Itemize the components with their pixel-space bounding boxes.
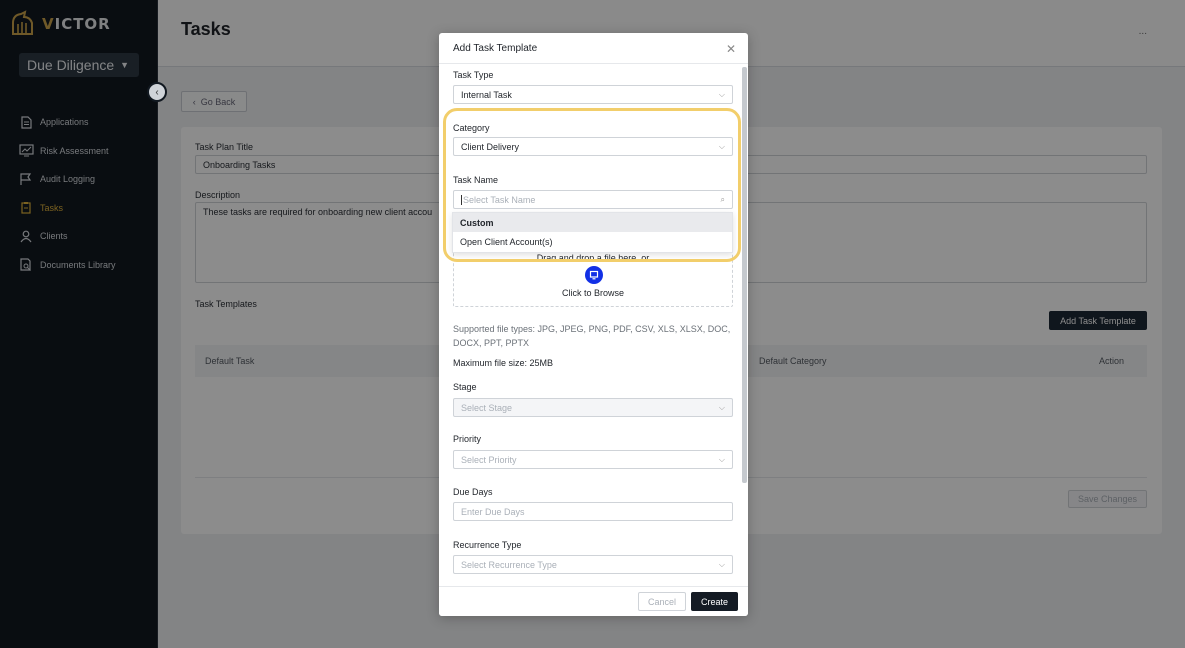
due-days-label: Due Days [453,487,493,497]
dropdown-option-custom[interactable]: Custom [453,213,732,232]
chevron-down-icon: ⌵ [718,142,725,151]
stage-label: Stage [453,382,477,392]
file-upload-dropzone[interactable]: Drag and drop a file here, or Click to B… [453,251,733,307]
upload-icon [585,266,603,284]
stage-placeholder: Select Stage [461,402,513,413]
chevron-down-icon: ⌵ [718,90,725,99]
search-icon: ⌕ [720,195,725,204]
task-name-search-input[interactable]: Select Task Name ⌕ [453,190,733,209]
task-name-dropdown: Custom Open Client Account(s) [452,212,733,253]
recurrence-type-placeholder: Select Recurrence Type [461,559,557,570]
sidebar-collapse-button[interactable]: ‹ [147,82,167,102]
upload-drag-text: Drag and drop a file here, or [536,253,650,259]
task-type-select[interactable]: Internal Task ⌵ [453,85,733,104]
stage-select[interactable]: Select Stage ⌵ [453,398,733,417]
create-button[interactable]: Create [691,592,738,611]
priority-placeholder: Select Priority [461,454,517,465]
priority-label: Priority [453,434,482,444]
modal-footer: Cancel Create [439,586,748,616]
chevron-down-icon: ⌵ [718,403,725,412]
add-task-template-modal: Add Task Template ✕ Task Type Internal T… [439,33,748,616]
task-type-value: Internal Task [461,89,512,100]
text-cursor [461,194,462,205]
task-name-label: Task Name [453,175,499,185]
task-type-label: Task Type [453,70,494,80]
category-value: Client Delivery [461,141,520,152]
click-to-browse-link[interactable]: Click to Browse [454,288,732,298]
category-select[interactable]: Client Delivery ⌵ [453,137,733,156]
chevron-down-icon: ⌵ [718,455,725,464]
category-label: Category [453,123,490,133]
modal-scrollbar[interactable] [742,67,747,483]
modal-title: Add Task Template [439,33,748,64]
chevron-down-icon: ⌵ [718,560,725,569]
supported-file-types: Supported file types: JPG, JPEG, PNG, PD… [453,324,731,348]
recurrence-type-select[interactable]: Select Recurrence Type ⌵ [453,555,733,574]
max-file-size: Maximum file size: 25MB [453,358,554,368]
dropdown-option-open-client-accounts[interactable]: Open Client Account(s) [453,232,732,251]
due-days-input[interactable]: Enter Due Days [453,502,733,521]
task-name-placeholder: Select Task Name [463,194,536,205]
cancel-button[interactable]: Cancel [638,592,686,611]
recurrence-type-label: Recurrence Type [453,540,522,550]
chevron-left-icon: ‹ [155,86,159,98]
close-icon[interactable]: ✕ [726,42,736,56]
priority-select[interactable]: Select Priority ⌵ [453,450,733,469]
due-days-placeholder: Enter Due Days [461,506,525,517]
